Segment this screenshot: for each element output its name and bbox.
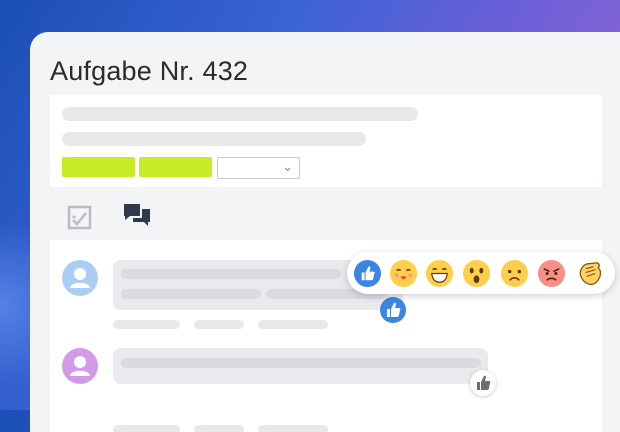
- user-icon: [70, 356, 90, 376]
- tag-2[interactable]: [139, 157, 212, 177]
- grin-face-icon[interactable]: [425, 259, 454, 288]
- page-title: Aufgabe Nr. 432: [50, 56, 249, 86]
- reaction-like-badge[interactable]: [380, 297, 406, 323]
- comment-line: [121, 358, 481, 368]
- comment-bubble: [113, 348, 488, 384]
- kiss-face-icon[interactable]: [389, 259, 418, 288]
- comment-meta: [113, 320, 180, 329]
- chevron-down-icon: ⌄: [282, 159, 293, 174]
- comment-meta: [194, 425, 244, 432]
- surprised-face-icon[interactable]: [462, 259, 491, 288]
- description-line-2: [62, 132, 366, 146]
- comment-line: [121, 269, 341, 279]
- description-line-1: [62, 107, 418, 121]
- task-card: Aufgabe Nr. 432 ⌄: [30, 32, 620, 432]
- add-reaction-button[interactable]: [470, 370, 496, 396]
- user-icon: [70, 268, 90, 288]
- angry-face-icon[interactable]: [537, 259, 566, 288]
- sad-face-icon[interactable]: [500, 259, 529, 288]
- comment-line: [121, 289, 261, 299]
- tab-bar: [50, 197, 602, 244]
- thumbs-up-icon: [387, 302, 401, 317]
- comment-meta: [194, 320, 244, 329]
- comment-meta: [258, 320, 328, 329]
- thumbs-up-icon: [477, 375, 491, 390]
- task-details-panel: ⌄: [50, 95, 602, 187]
- tab-checklist[interactable]: [64, 197, 96, 241]
- comment-meta: [258, 425, 328, 432]
- chat-bubbles-icon: [124, 204, 150, 226]
- avatar[interactable]: [62, 348, 98, 384]
- reaction-picker: [347, 252, 615, 294]
- avatar[interactable]: [62, 260, 98, 296]
- tab-comments[interactable]: [104, 197, 168, 244]
- checklist-icon: [67, 205, 92, 230]
- clap-icon[interactable]: [575, 259, 604, 288]
- status-dropdown[interactable]: ⌄: [217, 157, 300, 179]
- tag-1[interactable]: [62, 157, 135, 177]
- comment-meta: [113, 425, 180, 432]
- thumbs-up-icon[interactable]: [353, 259, 382, 288]
